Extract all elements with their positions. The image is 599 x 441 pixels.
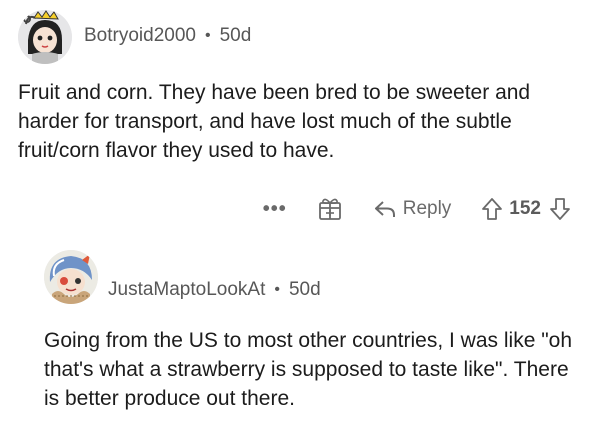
comment-meta: JustaMaptoLookAt • 50d [108,279,321,301]
avatar[interactable] [44,250,98,304]
avatar-icon [44,250,98,304]
comment-2: JustaMaptoLookAt • 50d Going from the US… [0,0,599,441]
username[interactable]: JustaMaptoLookAt [108,279,265,301]
comment-text: Going from the US to most other countrie… [44,329,573,410]
comment-age: 50d [288,279,321,300]
meta-separator: • [274,281,280,298]
